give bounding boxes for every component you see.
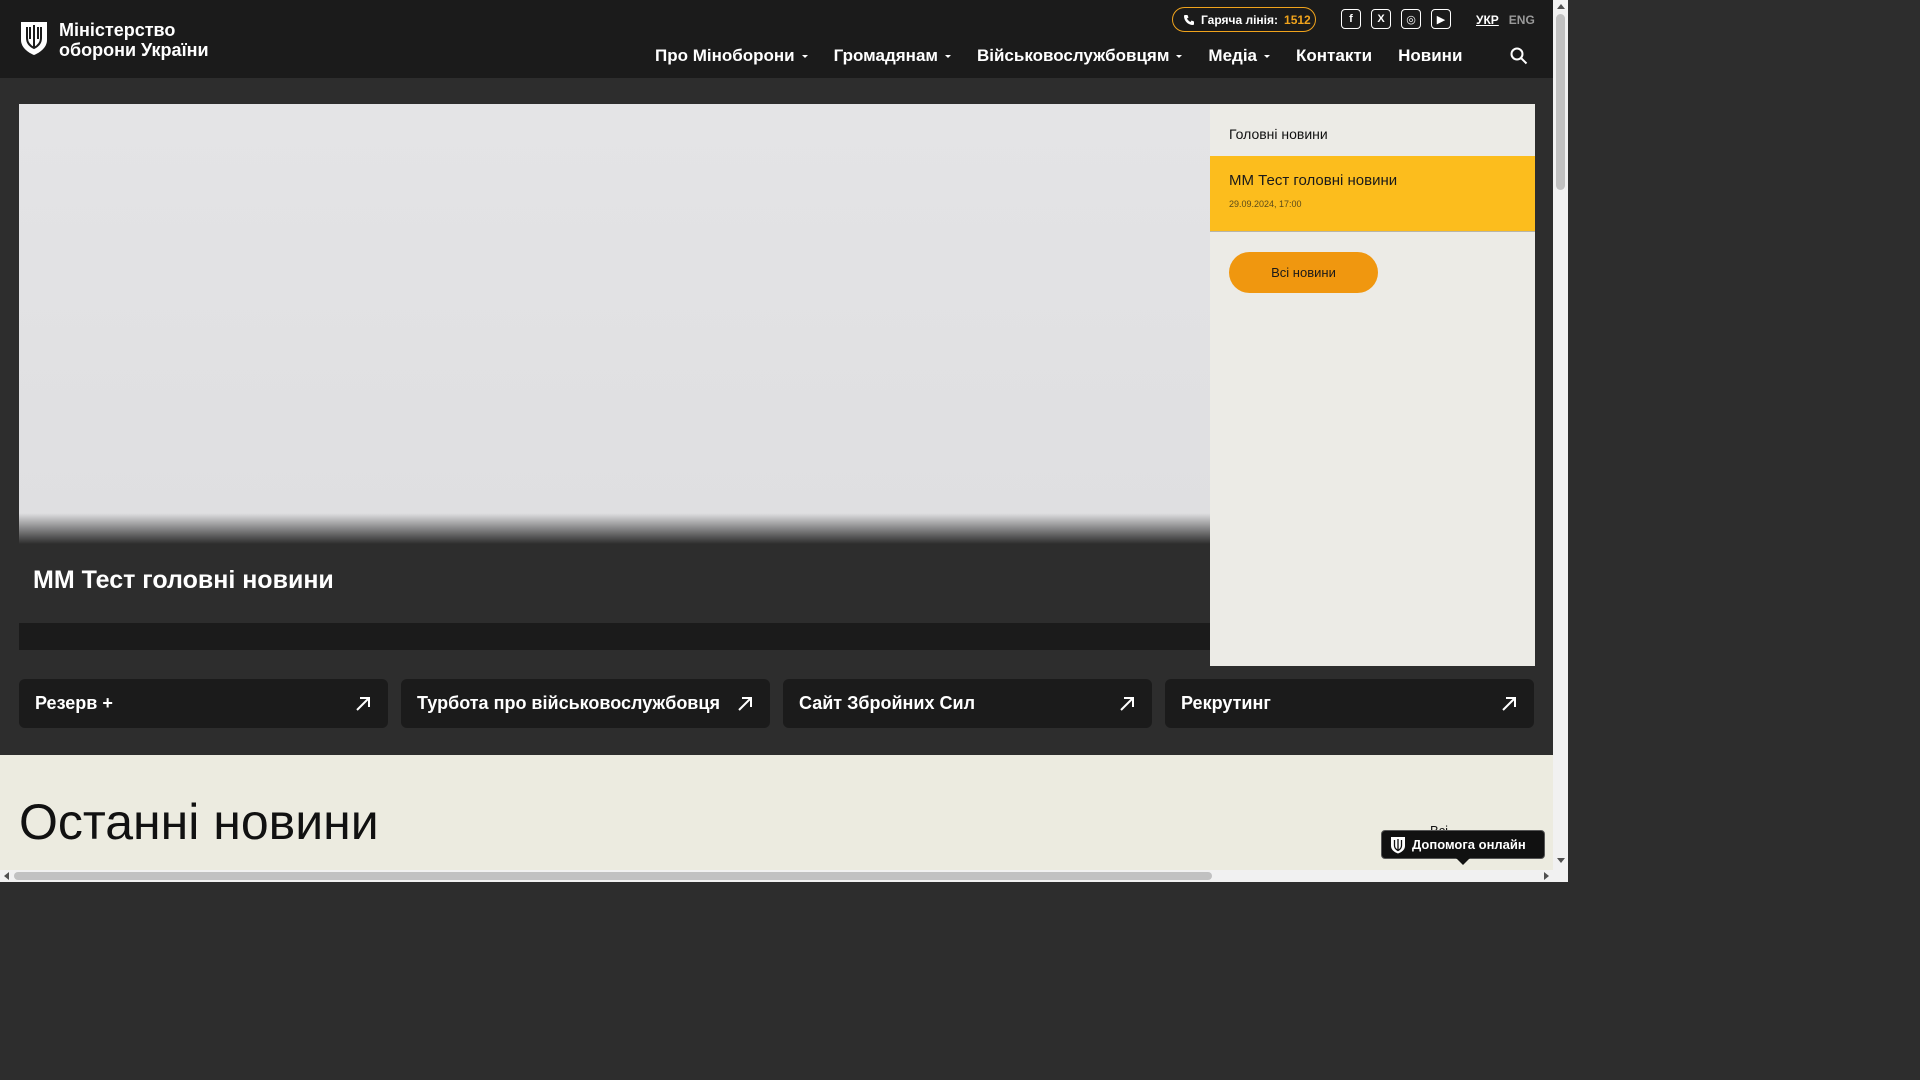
arrow-up-right-icon [356,696,370,711]
nav-item-media[interactable]: Медіа [1208,46,1271,66]
nav-label: Новини [1398,46,1463,65]
arrow-up-right-icon [1120,696,1134,711]
quick-link-care[interactable]: Турбота про військовослужбовця [401,679,770,728]
help-button-tail [1456,858,1470,865]
news-item-date: 29.09.2024, 17:00 [1229,199,1302,209]
scrollbar-thumb[interactable] [14,872,1212,880]
latest-news-title: Останні новини [19,794,379,850]
news-item-title: ММ Тест головні новини [1229,172,1398,189]
language-switcher: УКР ENG [1476,13,1535,27]
phone-icon [1184,14,1194,25]
caret-down-icon [944,55,951,58]
scroll-left-icon[interactable] [4,872,9,880]
quick-links: Резерв + Турбота про військовослужбовця … [19,679,1534,728]
quick-link-armed-forces[interactable]: Сайт Збройних Сил [783,679,1152,728]
trident-emblem-icon [1391,836,1405,853]
sidebar-title: Головні новини [1229,126,1328,142]
nav-item-about[interactable]: Про Міноборони [655,46,808,66]
nav-label: Медіа [1208,46,1258,65]
sidebar-news-item[interactable]: ММ Тест головні новини 29.09.2024, 17:00 [1210,156,1535,232]
hotline-link[interactable]: Гаряча лінія: 1512 [1172,7,1316,32]
quick-link-label: Резерв + [35,693,113,713]
hero-image [19,104,1210,544]
main-nav: Про Міноборони Громадянам Військовослужб… [655,46,1488,66]
nav-label: Про Міноборони [655,46,795,65]
lang-ukr[interactable]: УКР [1476,13,1499,27]
vertical-scrollbar[interactable] [1553,0,1568,870]
site-logo[interactable]: Міністерство оборони України [19,20,209,60]
caret-down-icon [1176,55,1183,58]
trident-emblem-icon [21,22,47,55]
hero-progress-bar [19,624,1210,650]
social-links: f X ◎ ▶ [1341,9,1451,29]
quick-link-reserve[interactable]: Резерв + [19,679,388,728]
x-twitter-icon[interactable]: X [1371,9,1391,29]
quick-link-label: Рекрутинг [1181,693,1271,713]
scrollbar-thumb[interactable] [1556,14,1565,190]
top-news-sidebar: Головні новини ММ Тест головні новини 29… [1210,104,1535,666]
latest-news-section: Останні новини Всі... [0,755,1553,870]
help-online-label: Допомога онлайн [1412,837,1526,852]
logo-line-1: Міністерство [59,20,176,40]
nav-item-servicemen[interactable]: Військовослужбовцям [976,46,1183,66]
search-icon[interactable] [1510,47,1528,65]
lang-eng[interactable]: ENG [1509,13,1535,27]
arrow-up-right-icon [1502,696,1516,711]
nav-label: Громадянам [833,46,938,65]
all-news-button[interactable]: Всі новини [1229,252,1378,293]
nav-item-citizens[interactable]: Громадянам [834,46,951,66]
nav-item-contacts[interactable]: Контакти [1296,46,1372,66]
scroll-right-icon[interactable] [1544,872,1549,880]
instagram-icon[interactable]: ◎ [1401,9,1421,29]
site-header: Міністерство оборони України Гаряча ліні… [0,0,1553,78]
logo-line-2: оборони України [59,40,209,60]
horizontal-scrollbar[interactable] [0,870,1568,882]
scroll-up-icon[interactable] [1557,4,1565,9]
arrow-up-right-icon [738,696,752,711]
nav-item-news[interactable]: Новини [1398,46,1462,66]
quick-link-label: Сайт Збройних Сил [799,693,976,713]
hero-title[interactable]: ММ Тест головні новини [33,566,334,595]
logo-text: Міністерство оборони України [59,20,209,60]
quick-link-recruiting[interactable]: Рекрутинг [1165,679,1534,728]
hotline-number: 1512 [1284,12,1311,27]
quick-link-label: Турбота про військовослужбовця [417,693,720,713]
youtube-icon[interactable]: ▶ [1431,9,1451,29]
facebook-icon[interactable]: f [1341,9,1361,29]
nav-label: Контакти [1296,46,1373,65]
help-online-button[interactable]: Допомога онлайн [1381,830,1545,859]
hotline-label: Гаряча лінія: [1201,12,1279,27]
hero-news[interactable]: ММ Тест головні новини [19,104,1210,650]
caret-down-icon [1264,55,1271,58]
nav-label: Військовослужбовцям [976,46,1170,65]
caret-down-icon [801,55,808,58]
scroll-down-icon[interactable] [1557,858,1565,863]
